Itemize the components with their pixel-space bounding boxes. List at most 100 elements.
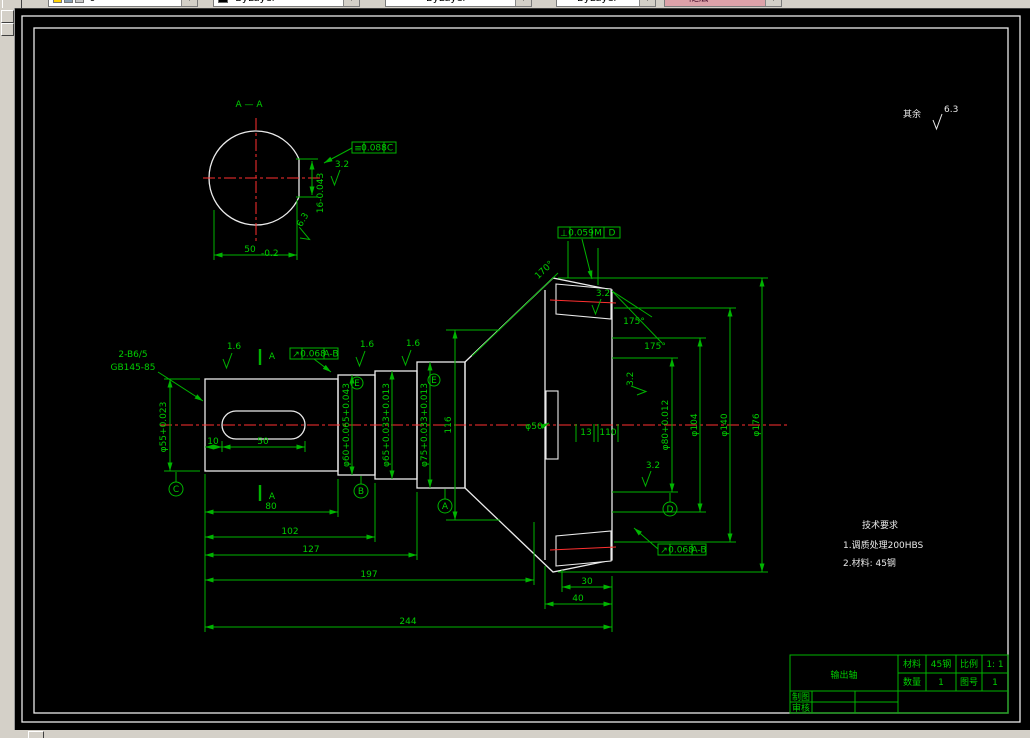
- dim-dia104: φ104: [690, 413, 700, 436]
- section-mark-bottom: A: [269, 492, 276, 502]
- chevron-down-icon[interactable]: ▼: [639, 0, 655, 6]
- statusbar-button[interactable]: [28, 731, 44, 738]
- centerhole-note-1: 2-B6/5: [118, 350, 147, 360]
- finish-sec-3-2: 3.2: [335, 160, 349, 170]
- scale-value: 1: 1: [986, 660, 1003, 670]
- dim-197: 197: [360, 570, 377, 580]
- dim-127: 127: [302, 545, 319, 555]
- finish-1-6-a: 1.6: [227, 342, 242, 352]
- dim-110: 110: [599, 428, 616, 438]
- finish-3-2-a: 3.2: [596, 289, 610, 299]
- fcf-datum: A-B: [323, 350, 338, 360]
- material-value: 45钢: [931, 658, 951, 670]
- left-toolbar-strip: [0, 8, 15, 730]
- rest-label: 其余: [903, 108, 921, 120]
- plotstyle-combo[interactable]: 随层 ▼: [664, 0, 782, 7]
- angle-175b: 175°: [644, 342, 666, 352]
- fcf-symbol: ⊥: [560, 229, 568, 239]
- fcf-value: 0.059: [568, 229, 594, 239]
- fcf-section: ≡ 0.088 C: [351, 141, 397, 154]
- toolbar-strip: 0 ▼ ByLayer ▼ ByLayer ▼ ByLayer ▼ 随层 ▼: [0, 0, 1030, 9]
- dim-80: 80: [265, 502, 277, 512]
- figno-label: 图号: [960, 677, 978, 688]
- fcf-datum: D: [609, 229, 616, 239]
- layer-state-icon: [53, 0, 62, 3]
- fcf-symbol: ↗: [292, 350, 300, 360]
- layer-lock-icon: [64, 0, 73, 3]
- fcf-datum: C: [387, 144, 393, 154]
- layer-combo[interactable]: 0 ▼: [48, 0, 198, 7]
- fcf-modifier: M: [594, 229, 602, 239]
- lineweight-combo[interactable]: ByLayer ▼: [556, 0, 656, 7]
- toolbar-button[interactable]: [1, 10, 14, 23]
- finish-3-2-c: 3.2: [646, 461, 660, 471]
- fcf-value: 0.088: [361, 144, 387, 154]
- cad-application-window: A — A 50 -0.2 16-0.043 3.2 6.3 ≡ 0.088 C…: [0, 0, 1030, 738]
- section-title: A — A: [235, 100, 263, 110]
- plotstyle-value: 随层: [689, 0, 709, 4]
- centerhole-note-2: GB145-85: [110, 363, 155, 373]
- toolbar-button[interactable]: [1, 23, 14, 36]
- dim-30: 30: [581, 577, 593, 587]
- checker-label: 审核: [792, 702, 810, 714]
- part-name: 输出轴: [830, 669, 857, 681]
- finish-1-6-c: 1.6: [406, 339, 421, 349]
- bottom-strip: [0, 730, 1030, 738]
- material-label: 材料: [903, 658, 921, 670]
- svg-text:3.2: 3.2: [626, 372, 636, 386]
- dim-10: 10: [207, 437, 219, 447]
- chevron-down-icon[interactable]: ▼: [515, 0, 531, 6]
- chevron-down-icon[interactable]: ▼: [181, 0, 197, 6]
- drafter-label: 制图: [792, 691, 810, 703]
- dim-sec-50: 50: [244, 245, 256, 255]
- layer-plot-icon: [75, 0, 84, 3]
- dim-dia55: φ55+0.023: [159, 402, 169, 453]
- scale-label: 比例: [960, 658, 978, 670]
- fcf-gear: ⊥ 0.059 M D: [557, 226, 621, 239]
- dim-dia140: φ140: [720, 413, 730, 436]
- datum-c: C: [173, 485, 179, 495]
- dim-dia65: φ65+0.033+0.013: [382, 383, 392, 467]
- lineweight-value: ByLayer: [577, 0, 618, 4]
- dim-244: 244: [399, 617, 416, 627]
- angle-175a: 175°: [623, 317, 645, 327]
- dim-dia60: φ60+0.065+0.043: [342, 383, 352, 467]
- chevron-down-icon[interactable]: ▼: [343, 0, 359, 6]
- dim-sec-50-tol: -0.2: [261, 249, 279, 259]
- chevron-down-icon[interactable]: ▼: [765, 0, 781, 6]
- color-combo[interactable]: ByLayer ▼: [213, 0, 360, 7]
- datum-e1: E: [354, 379, 360, 389]
- color-value: ByLayer: [235, 0, 276, 4]
- layer-value: 0: [89, 0, 95, 4]
- datum-d: D: [667, 505, 674, 515]
- fcf-value: 0.068: [300, 350, 326, 360]
- dim-40: 40: [572, 594, 584, 604]
- tech-line-1: 1.调质处理200HBS: [843, 539, 924, 551]
- dim-sec-16: 16-0.043: [316, 173, 326, 213]
- linetype-combo[interactable]: ByLayer ▼: [385, 0, 532, 7]
- dim-dia80: φ80+0.012: [661, 400, 671, 451]
- dim-dia176: φ176: [752, 413, 762, 436]
- linetype-value: ByLayer: [426, 0, 467, 4]
- datum-a: A: [442, 502, 449, 512]
- fcf-datum: A-B: [691, 546, 706, 556]
- fcf-top: ↗ 0.068 A-B: [289, 347, 339, 360]
- dim-102: 102: [281, 527, 298, 537]
- fcf-symbol: ↗: [660, 546, 668, 556]
- dim-13: 13: [580, 428, 591, 438]
- datum-e2: E: [431, 376, 437, 386]
- qty-value: 1: [938, 678, 944, 688]
- tech-line-2: 2.材料: 45钢: [843, 557, 896, 569]
- tech-title: 技术要求: [862, 519, 898, 531]
- rest-value: 6.3: [944, 105, 958, 115]
- fcf-value: 0.068: [668, 546, 694, 556]
- finish-1-6-b: 1.6: [360, 340, 375, 350]
- fcf-bottom: ↗ 0.068 A-B: [657, 543, 707, 556]
- figno-value: 1: [992, 678, 998, 688]
- datum-b: B: [358, 487, 364, 497]
- dim-dia50: φ50: [525, 422, 543, 432]
- color-swatch-icon: [218, 0, 228, 3]
- dim-116: 116: [444, 416, 454, 433]
- dim-dia75: φ75+0.033+0.013: [420, 383, 430, 467]
- drawing-canvas[interactable]: A — A 50 -0.2 16-0.043 3.2 6.3 ≡ 0.088 C…: [0, 0, 1030, 738]
